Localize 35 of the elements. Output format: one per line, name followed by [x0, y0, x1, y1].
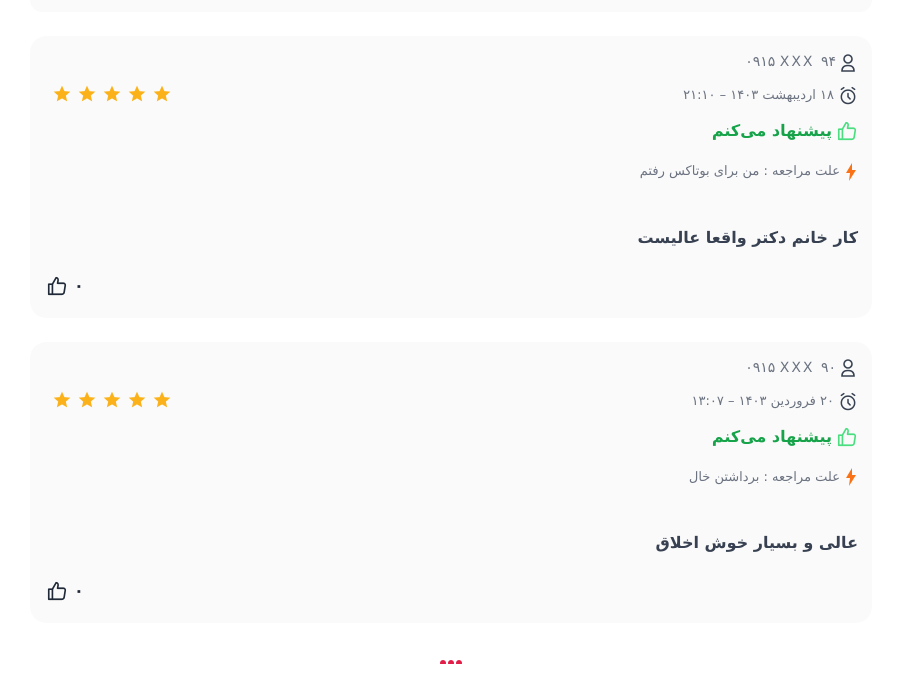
thumbs-up-icon — [46, 274, 68, 296]
alarm-clock-icon — [838, 86, 858, 106]
loading-dots-icon — [439, 659, 463, 664]
like-count: ۰ — [74, 580, 84, 602]
star-icon — [127, 84, 147, 104]
review-date: ۲۰ فروردین ۱۴۰۳ – ۱۳:۰۷ — [692, 392, 834, 411]
review-comment: کار خانم دکتر واقعا عالیست — [636, 226, 859, 249]
thumbs-up-icon — [836, 120, 858, 142]
star-icon — [152, 84, 172, 104]
star-icon — [52, 390, 72, 410]
star-icon — [52, 84, 72, 104]
recommendation-label: پیشنهاد می‌کنم — [712, 426, 832, 448]
lightning-icon — [846, 162, 856, 181]
star-icon — [127, 390, 147, 410]
user-icon — [840, 358, 856, 378]
visit-reason: علت مراجعه : من برای بوتاکس رفتم — [640, 163, 840, 181]
star-icon — [152, 390, 172, 410]
lightning-icon — [846, 468, 856, 486]
star-icon — [77, 390, 97, 410]
like-count: ۰ — [74, 274, 84, 296]
like-button[interactable] — [46, 580, 68, 602]
thumbs-up-icon — [836, 426, 858, 448]
star-icon — [102, 84, 122, 104]
like-button[interactable] — [46, 274, 68, 296]
phone-number: ۰۹۱۵ XXX ۹۴ — [745, 53, 836, 72]
star-icon — [77, 84, 97, 104]
review-date: ۱۸ اردیبهشت ۱۴۰۳ – ۲۱:۱۰ — [683, 87, 834, 106]
review-comment: عالی و بسیار خوش اخلاق — [654, 532, 859, 554]
star-icon — [102, 390, 122, 410]
recommendation-label: پیشنهاد می‌کنم — [712, 120, 832, 142]
thumbs-up-icon — [46, 580, 68, 602]
phone-number: ۰۹۱۵ XXX ۹۰ — [745, 358, 836, 378]
visit-reason: علت مراجعه : برداشتن خال — [688, 468, 840, 486]
user-icon — [840, 52, 856, 72]
alarm-clock-icon — [838, 392, 858, 412]
